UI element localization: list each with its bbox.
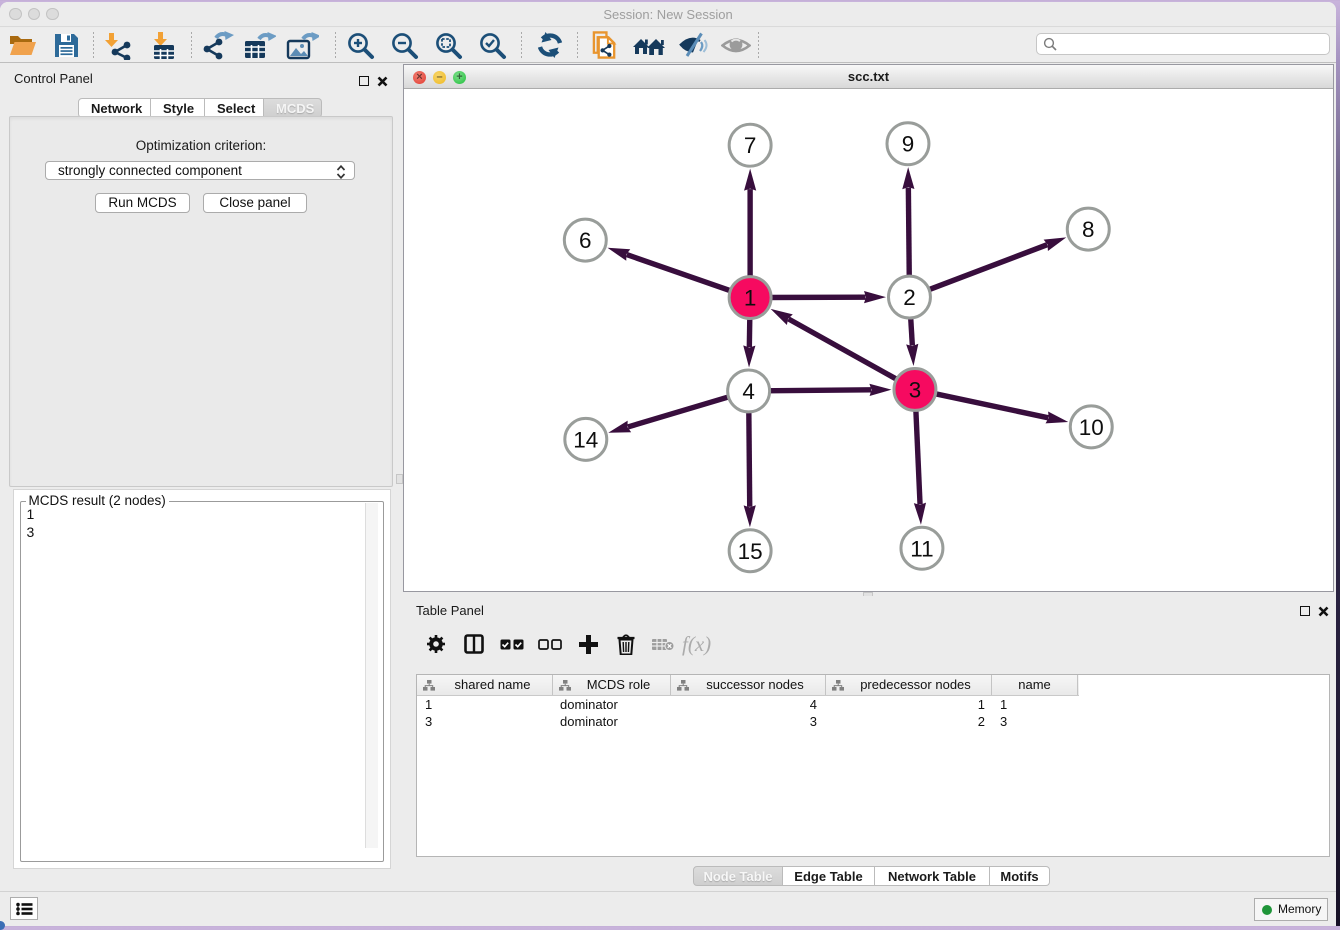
svg-text:15: 15 [738, 539, 763, 564]
svg-text:9: 9 [902, 132, 915, 157]
svg-text:1: 1 [744, 286, 757, 311]
svg-text:3: 3 [909, 377, 922, 402]
svg-text:2: 2 [903, 285, 916, 310]
svg-text:11: 11 [910, 536, 933, 561]
svg-text:14: 14 [573, 427, 598, 452]
svg-text:7: 7 [744, 133, 757, 158]
svg-text:10: 10 [1079, 415, 1104, 440]
svg-text:8: 8 [1082, 217, 1095, 242]
svg-text:4: 4 [742, 379, 755, 404]
svg-text:6: 6 [579, 228, 592, 253]
